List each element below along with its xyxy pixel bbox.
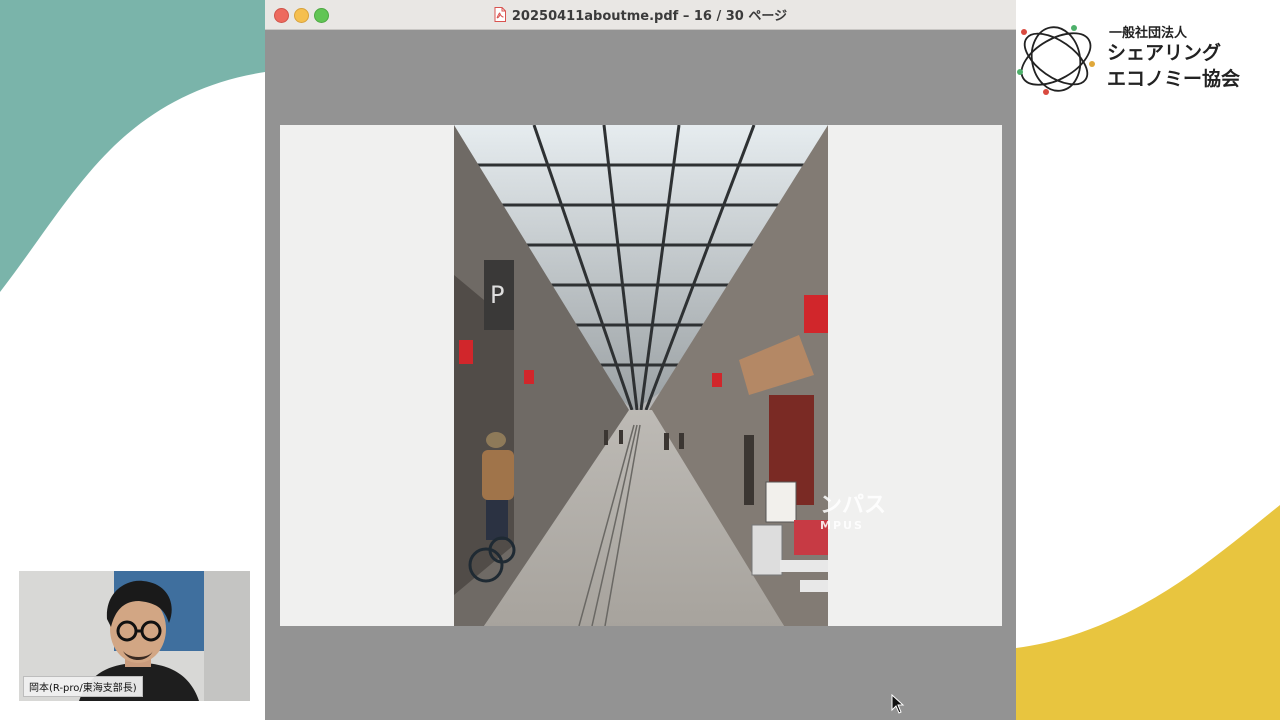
orbit-logo-icon <box>1017 25 1095 95</box>
pdf-file-icon <box>494 7 506 22</box>
sharing-economy-logo: 一般社団法人 シェアリング エコノミー協会 <box>1014 16 1274 102</box>
mouse-cursor-icon <box>891 694 905 714</box>
watermark-main-text: ンパス <box>820 493 887 518</box>
pdf-viewer-window[interactable]: 20250411aboutme.pdf – 16 / 30 ページ P ンパス … <box>265 0 1016 720</box>
webcam-video-tile[interactable]: 岡本(R-pro/東海支部長) <box>19 571 250 701</box>
logo-title-line1: シェアリング <box>1107 42 1222 64</box>
photo-watermark: ンパス MPUS <box>820 493 900 533</box>
svg-text:P: P <box>490 281 504 309</box>
yellow-wave-shape <box>1016 505 1280 720</box>
participant-name-label: 岡本(R-pro/東海支部長) <box>23 676 143 697</box>
window-title: 20250411aboutme.pdf – 16 / 30 ページ <box>265 0 1016 29</box>
logo-subtitle: 一般社団法人 <box>1109 26 1188 41</box>
logo-title-line2: エコノミー協会 <box>1107 68 1241 90</box>
window-title-text: 20250411aboutme.pdf – 16 / 30 ページ <box>511 9 788 24</box>
arcade-photo-drawing: P <box>454 125 828 626</box>
window-titlebar[interactable]: 20250411aboutme.pdf – 16 / 30 ページ <box>265 0 1016 30</box>
watermark-sub-text: MPUS <box>820 519 864 532</box>
shopping-arcade-photo: P <box>454 125 828 626</box>
pdf-page[interactable]: P ンパス MPUS <box>280 125 1002 626</box>
teal-wave-shape <box>0 0 265 292</box>
logo-title: シェアリング エコノミー協会 <box>1107 40 1240 92</box>
